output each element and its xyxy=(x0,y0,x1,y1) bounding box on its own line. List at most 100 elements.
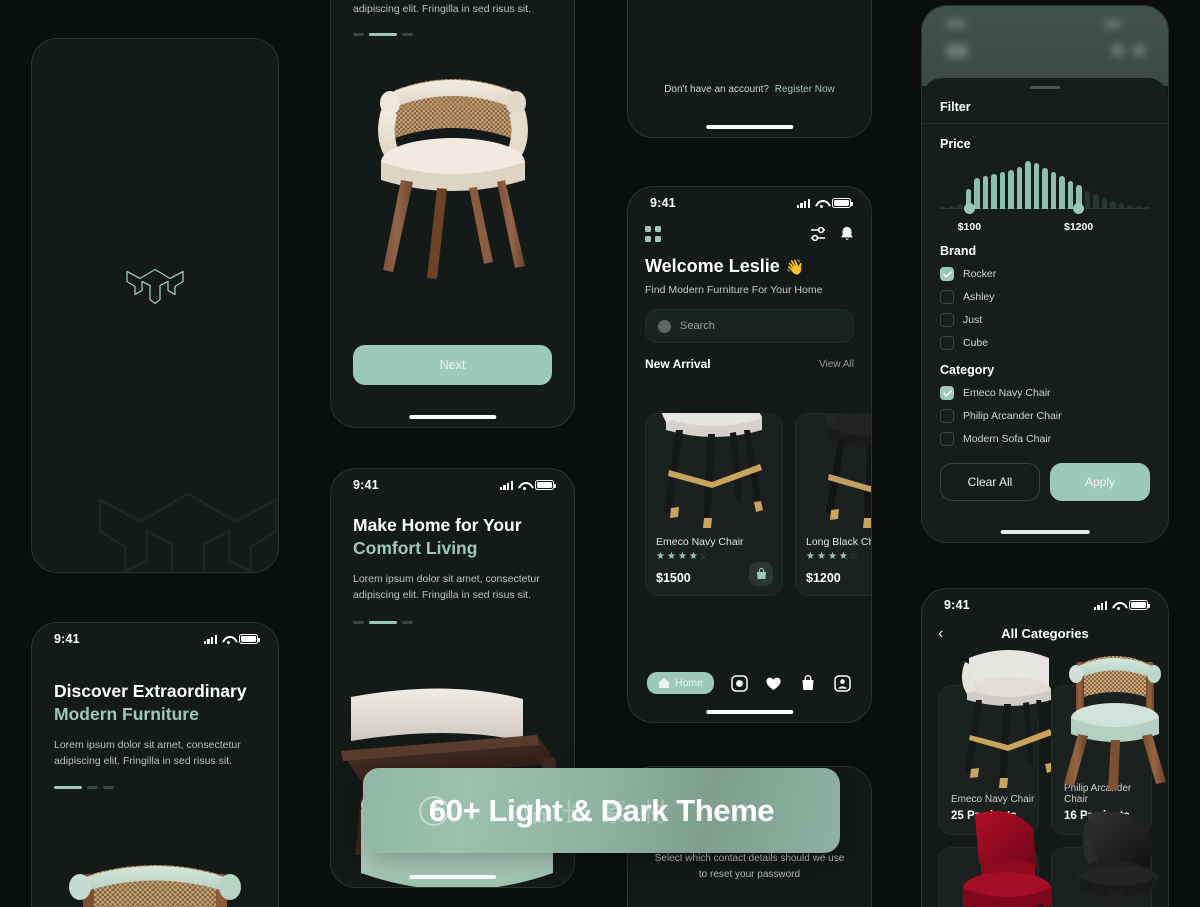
histogram-bar xyxy=(1144,207,1150,209)
histogram-bar xyxy=(991,173,997,209)
clear-all-button[interactable]: Clear All xyxy=(940,463,1040,501)
onboarding-3-body: Lorem ipsum dolor sit amet, consectetur … xyxy=(353,572,540,601)
product-rating: ★ ★ ★ ★ ☆ xyxy=(806,551,859,562)
category-card[interactable]: Red Velvet Chair xyxy=(938,811,1051,907)
histogram-bar xyxy=(1101,197,1108,209)
category-checkbox-list: Emeco Navy Chair Philip Arcander Chair Mod… xyxy=(940,386,1150,446)
histogram-bar xyxy=(1033,162,1040,209)
page-indicator-3[interactable] xyxy=(353,621,552,625)
histogram-bar xyxy=(1093,194,1099,209)
status-time: 9:41 xyxy=(944,598,970,612)
status-bar: 9:41 xyxy=(628,187,871,210)
tab-favorites[interactable] xyxy=(764,674,783,693)
price-slider-knob-min[interactable] xyxy=(963,202,975,214)
home-icon xyxy=(659,678,669,688)
checkbox-icon[interactable] xyxy=(940,409,954,423)
status-bar: 9:41 xyxy=(922,589,1168,612)
checkbox-checked-icon[interactable] xyxy=(940,386,954,400)
next-button[interactable]: Next xyxy=(353,345,552,385)
phone-filter-screen: Filter Price $100 $1200 Brand Rocker Ashl… xyxy=(921,5,1169,543)
price-histogram[interactable] xyxy=(940,161,1150,219)
checkbox-icon[interactable] xyxy=(940,313,954,327)
page-indicator-2[interactable] xyxy=(353,33,552,37)
phone-all-categories-screen: 9:41 ‹ All Categories Emeco Navy Chair 2… xyxy=(921,588,1169,907)
wifi-icon xyxy=(1112,601,1124,610)
brand-label: Ashley xyxy=(963,291,995,303)
product-image-mint-cane-chair xyxy=(49,836,261,907)
promo-banner: Z 站长素材 60+ Light & Dark Theme xyxy=(363,768,840,853)
home-indicator xyxy=(1000,530,1090,534)
histogram-bar xyxy=(1059,175,1065,209)
tab-home[interactable]: Home xyxy=(647,672,715,694)
sheet-grabber[interactable] xyxy=(1030,86,1060,89)
explore-icon xyxy=(730,674,748,692)
register-now-link[interactable]: Register Now xyxy=(775,84,835,95)
filter-sliders-icon[interactable] xyxy=(810,227,826,241)
onboarding-title-line2: Modern Furniture xyxy=(54,703,199,724)
histogram-bar xyxy=(1008,170,1014,209)
view-all-link[interactable]: View All xyxy=(819,359,854,370)
greeting-subtitle: Find Modern Furniture For Your Home xyxy=(645,284,823,296)
wifi-icon xyxy=(222,635,234,644)
product-name: Long Black Chair xyxy=(806,536,871,548)
brand-option[interactable]: Rocker xyxy=(940,267,1150,281)
categories-header: ‹ All Categories xyxy=(922,625,1168,642)
product-card[interactable]: Long Black Chair ★★★★☆ $1200 xyxy=(795,413,871,596)
tab-profile[interactable] xyxy=(833,674,852,693)
category-option[interactable]: Philip Arcander Chair xyxy=(940,409,1150,423)
checkbox-icon[interactable] xyxy=(940,432,954,446)
checkbox-checked-icon[interactable] xyxy=(940,267,954,281)
onboarding-2-body: adipiscing elit. Fringilla in sed risus … xyxy=(353,3,531,15)
price-range-labels: $100 $1200 xyxy=(940,221,1150,235)
category-image-emeco-navy-chair xyxy=(953,640,1065,795)
brand-option[interactable]: Ashley xyxy=(940,290,1150,304)
apply-button[interactable]: Apply xyxy=(1050,463,1150,501)
brand-option[interactable]: Just xyxy=(940,313,1150,327)
product-card[interactable]: Emeco Navy Chair ★ ★ ★ ★ ☆ $1500 xyxy=(645,413,783,596)
histogram-bars xyxy=(940,161,1150,209)
poster-canvas: 9:41 Discover Extraordinary Modern Furni… xyxy=(0,0,1200,907)
category-option[interactable]: Modern Sofa Chair xyxy=(940,432,1150,446)
profile-icon xyxy=(834,674,851,692)
tab-cart[interactable] xyxy=(798,674,817,693)
brand-option[interactable]: Cube xyxy=(940,336,1150,350)
price-slider-knob-max[interactable] xyxy=(1073,202,1085,214)
category-label: Emeco Navy Chair xyxy=(963,387,1051,399)
notification-bell-icon[interactable] xyxy=(840,226,854,242)
histogram-bar xyxy=(1135,206,1142,209)
category-image-philip-arcander-chair xyxy=(1056,642,1168,797)
reset-body-line2: to reset your password xyxy=(698,869,801,880)
chevron-left-icon[interactable]: ‹ xyxy=(938,625,943,642)
checkbox-icon[interactable] xyxy=(940,336,954,350)
page-indicator[interactable] xyxy=(54,786,256,790)
add-to-bag-button[interactable] xyxy=(749,562,773,586)
search-placeholder: Search xyxy=(680,320,715,332)
category-card[interactable]: Black Bar Stool xyxy=(1051,811,1158,907)
histogram-bar xyxy=(1050,172,1057,209)
status-time: 9:41 xyxy=(650,196,676,210)
cellular-signal-icon xyxy=(499,480,513,490)
brand-checkbox-list: Rocker Ashley Just Cube xyxy=(940,267,1150,350)
histogram-bar xyxy=(974,177,980,209)
battery-icon xyxy=(239,634,260,644)
category-section-title: Category xyxy=(940,363,995,377)
brand-label: Just xyxy=(963,314,983,326)
product-image-long-black-chair xyxy=(804,413,871,535)
tab-explore[interactable] xyxy=(730,674,749,693)
histogram-bar xyxy=(1110,200,1116,209)
brand-logo-ghost xyxy=(90,481,278,572)
checkbox-icon[interactable] xyxy=(940,290,954,304)
brand-label: Cube xyxy=(963,337,989,349)
onboarding-body: Lorem ipsum dolor sit amet, consectetur … xyxy=(54,738,241,767)
category-label: Modern Sofa Chair xyxy=(963,433,1052,445)
product-image-cane-barrel-chair xyxy=(353,56,553,286)
menu-grid-icon[interactable] xyxy=(645,226,661,242)
product-carousel[interactable]: Emeco Navy Chair ★ ★ ★ ★ ☆ $1500 Long Bl… xyxy=(628,413,871,596)
onboarding-3-title-line2: Comfort Living xyxy=(353,537,478,558)
section-title-new-arrival: New Arrival xyxy=(645,357,711,371)
home-indicator xyxy=(705,710,794,714)
battery-icon xyxy=(1129,600,1150,610)
histogram-bar xyxy=(940,207,946,209)
category-option[interactable]: Emeco Navy Chair xyxy=(940,386,1150,400)
search-input[interactable]: Search xyxy=(645,309,854,343)
